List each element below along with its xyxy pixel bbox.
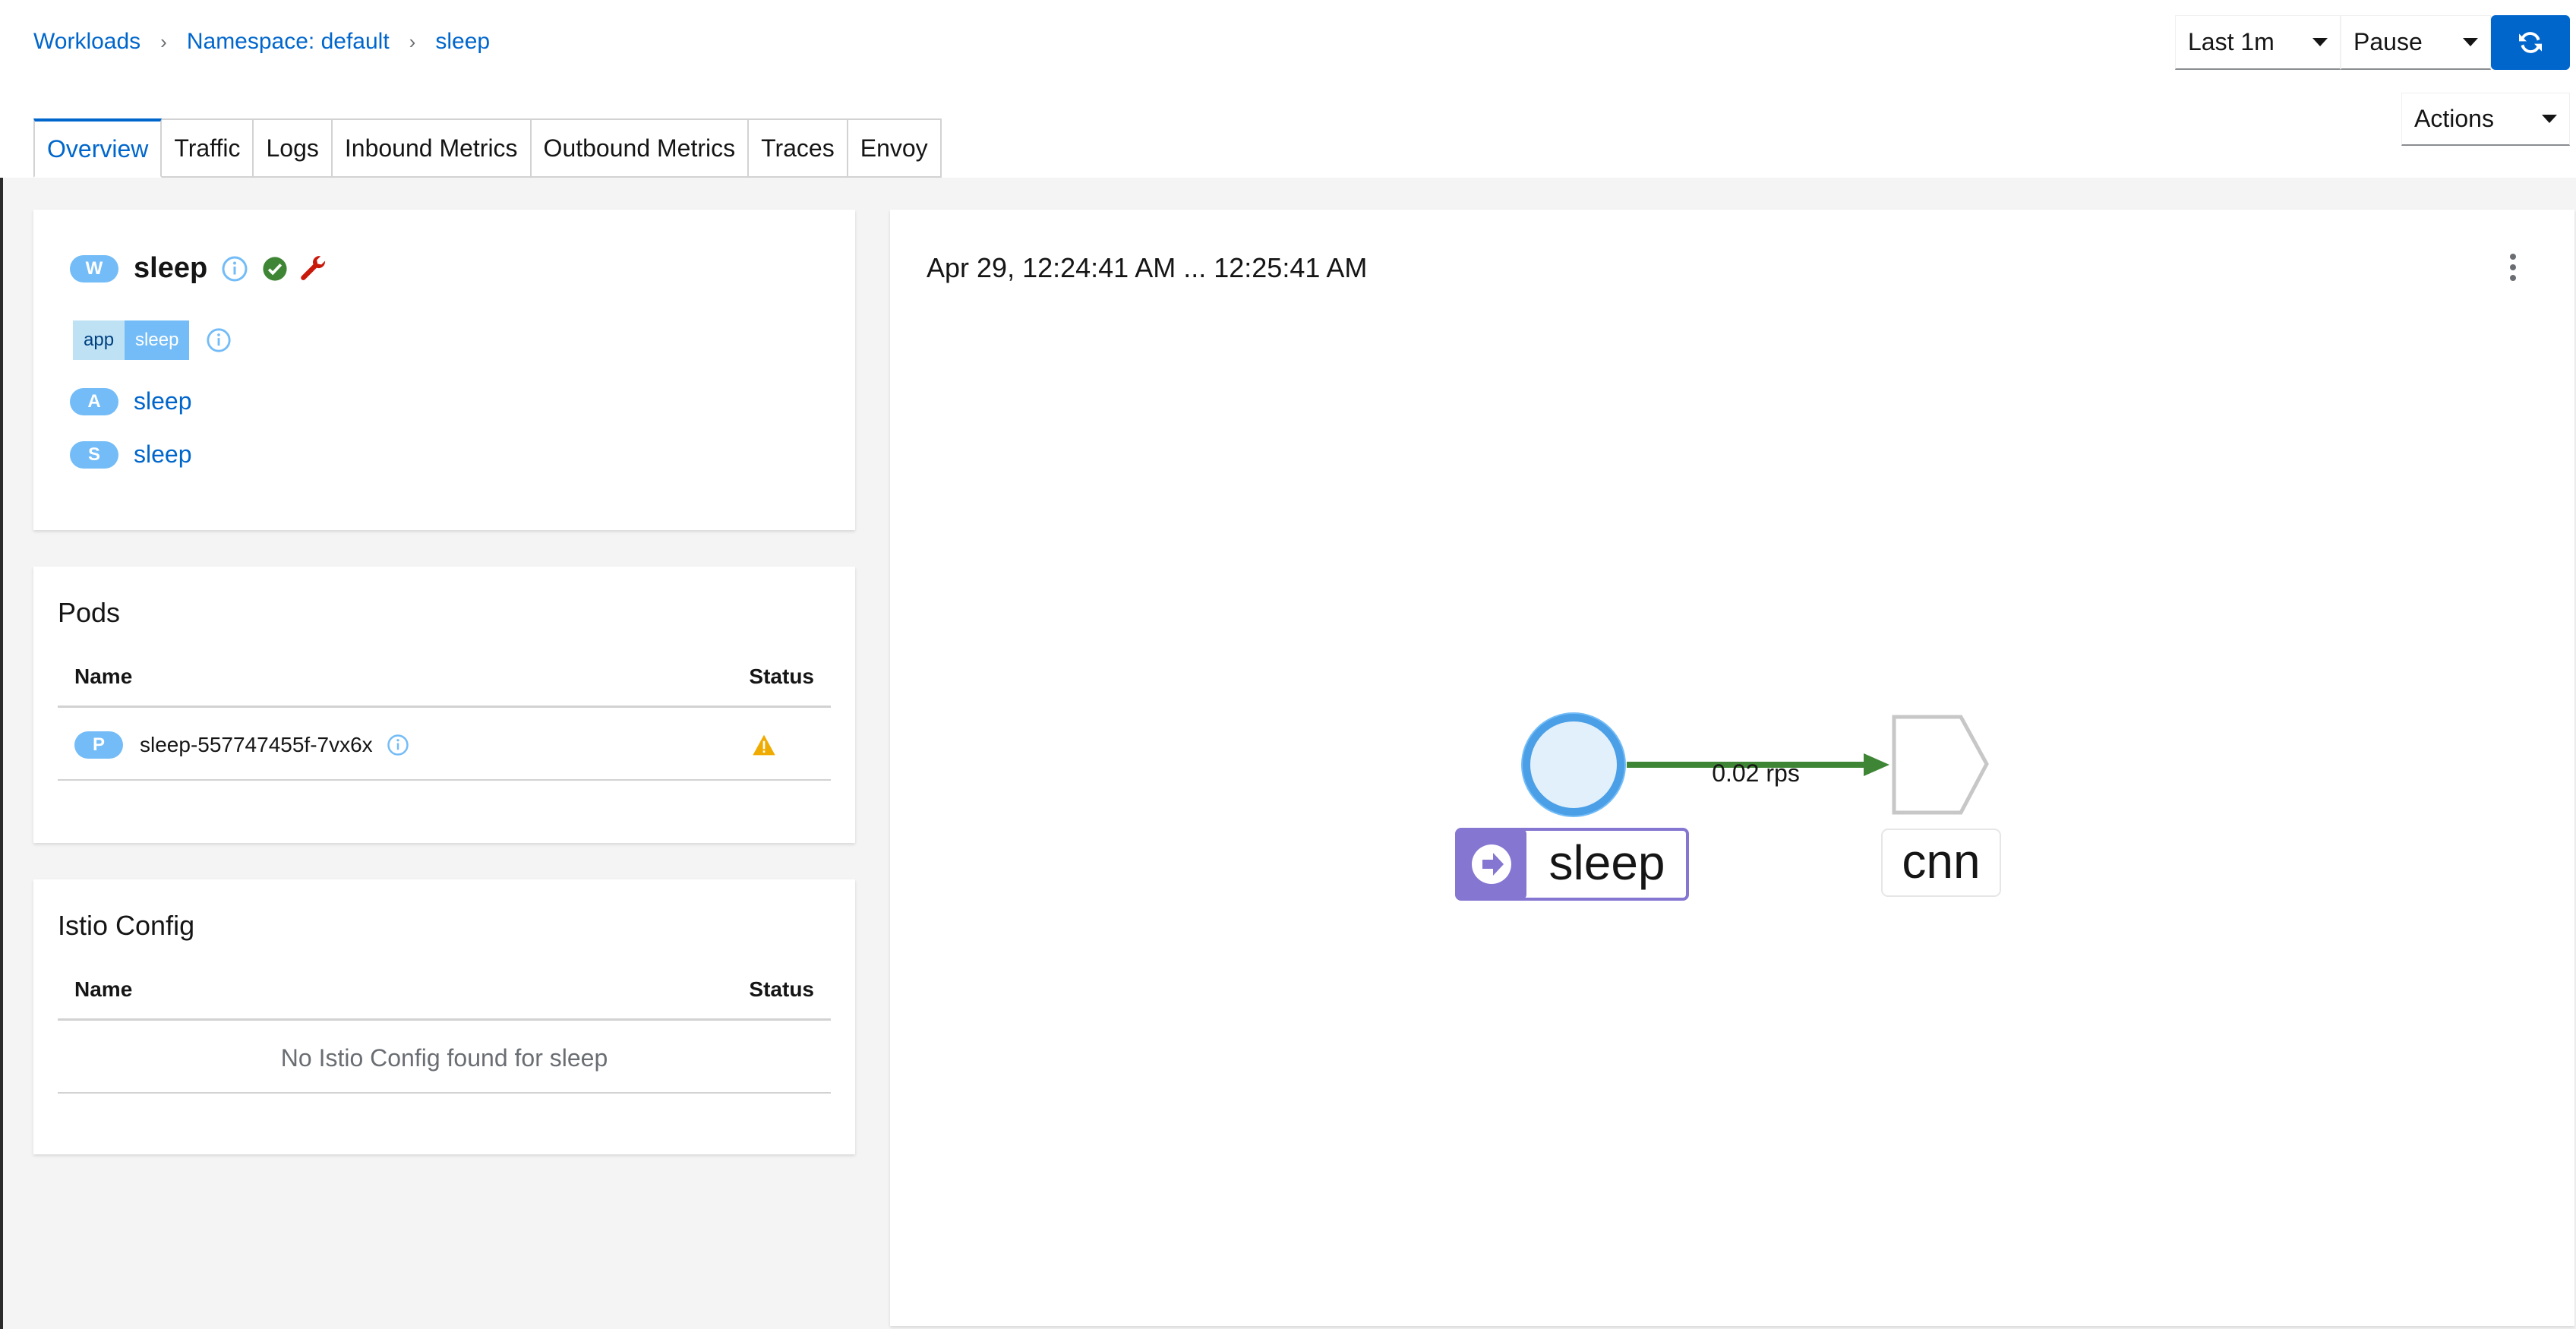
- app-badge: A: [70, 387, 118, 415]
- app-row: A sleep: [70, 387, 192, 415]
- traffic-graph: sleep cnn 0.02 rps: [1455, 712, 2001, 901]
- sync-icon: [2519, 32, 2542, 53]
- col-name: Name: [74, 664, 133, 688]
- caret-down-icon: [2542, 115, 2557, 123]
- breadcrumb-current[interactable]: sleep: [435, 29, 490, 55]
- actions-label: Actions: [2414, 105, 2494, 132]
- pod-badge: P: [74, 731, 123, 759]
- workload-name: sleep: [134, 252, 208, 284]
- pods-card: Pods Name Status P sleep-557747455f-7vx6…: [33, 567, 855, 843]
- breadcrumb-workloads[interactable]: Workloads: [33, 29, 140, 55]
- tab-envoy[interactable]: Envoy: [848, 118, 942, 178]
- pods-table-header: Name Status: [58, 647, 831, 708]
- label-key: app: [73, 320, 125, 360]
- chevron-right-icon: ›: [160, 30, 167, 53]
- service-badge: S: [70, 440, 118, 469]
- source-node-label: sleep: [1549, 835, 1665, 890]
- refresh-interval-label: Pause: [2353, 28, 2423, 55]
- istio-config-title: Istio Config: [58, 910, 195, 941]
- pod-cell: P sleep-557747455f-7vx6x: [74, 731, 409, 759]
- mini-graph-card: Apr 29, 12:24:41 AM ... 12:25:41 AM slee…: [890, 210, 2574, 1326]
- workload-info-card: W sleep app sleep A sleep S sleep: [33, 210, 855, 530]
- chevron-right-icon: ›: [409, 30, 416, 53]
- breadcrumb: Workloads › Namespace: default › sleep: [33, 29, 490, 55]
- info-icon[interactable]: [221, 255, 248, 283]
- refresh-interval-dropdown[interactable]: Pause: [2341, 15, 2491, 70]
- time-range-label: Last 1m: [2188, 28, 2275, 55]
- target-node-label: cnn: [1902, 834, 1980, 889]
- service-link[interactable]: sleep: [134, 440, 192, 469]
- caret-down-icon: [2463, 38, 2478, 46]
- table-row: P sleep-557747455f-7vx6x: [58, 711, 831, 781]
- table-row: No Istio Config found for sleep: [58, 1024, 831, 1094]
- label-value: sleep: [125, 320, 190, 360]
- label-app-sleep: app sleep: [73, 320, 190, 360]
- tab-traffic[interactable]: Traffic: [162, 118, 254, 178]
- tab-logs[interactable]: Logs: [254, 118, 333, 178]
- service-row: S sleep: [70, 440, 192, 469]
- wrench-icon: [301, 255, 326, 280]
- col-name: Name: [74, 977, 133, 1001]
- check-circle-icon: [263, 256, 287, 281]
- workload-title-row: W sleep: [70, 252, 329, 285]
- istio-config-card: Istio Config Name Status No Istio Config…: [33, 879, 855, 1154]
- istio-table-header: Name Status: [58, 960, 831, 1021]
- col-status: Status: [749, 664, 814, 688]
- col-status: Status: [749, 977, 814, 1001]
- info-icon[interactable]: [206, 327, 232, 353]
- breadcrumb-namespace[interactable]: Namespace: default: [187, 29, 390, 55]
- time-range-dropdown[interactable]: Last 1m: [2175, 15, 2341, 70]
- info-icon[interactable]: [387, 734, 409, 756]
- app-link[interactable]: sleep: [134, 387, 192, 415]
- tab-inbound-metrics[interactable]: Inbound Metrics: [332, 118, 532, 178]
- labels-row: app sleep: [73, 320, 232, 360]
- caret-down-icon: [2312, 38, 2328, 46]
- tab-traces[interactable]: Traces: [749, 118, 848, 178]
- target-node[interactable]: [1892, 715, 1989, 815]
- warning-icon: [753, 734, 775, 756]
- pod-name: sleep-557747455f-7vx6x: [140, 733, 373, 756]
- tab-overview[interactable]: Overview: [33, 118, 163, 178]
- refresh-button[interactable]: [2491, 15, 2570, 70]
- arrow-head-icon: [1864, 753, 1889, 776]
- edge-label: 0.02 rps: [1712, 759, 1800, 787]
- detail-tabs: Overview Traffic Logs Inbound Metrics Ou…: [33, 118, 942, 178]
- actions-dropdown[interactable]: Actions: [2401, 93, 2570, 146]
- workload-badge: W: [70, 254, 118, 283]
- pods-title: Pods: [58, 597, 121, 628]
- empty-message: No Istio Config found for sleep: [280, 1043, 608, 1072]
- tab-outbound-metrics[interactable]: Outbound Metrics: [531, 118, 750, 178]
- toolbar-controls: Last 1m Pause: [2175, 15, 2570, 70]
